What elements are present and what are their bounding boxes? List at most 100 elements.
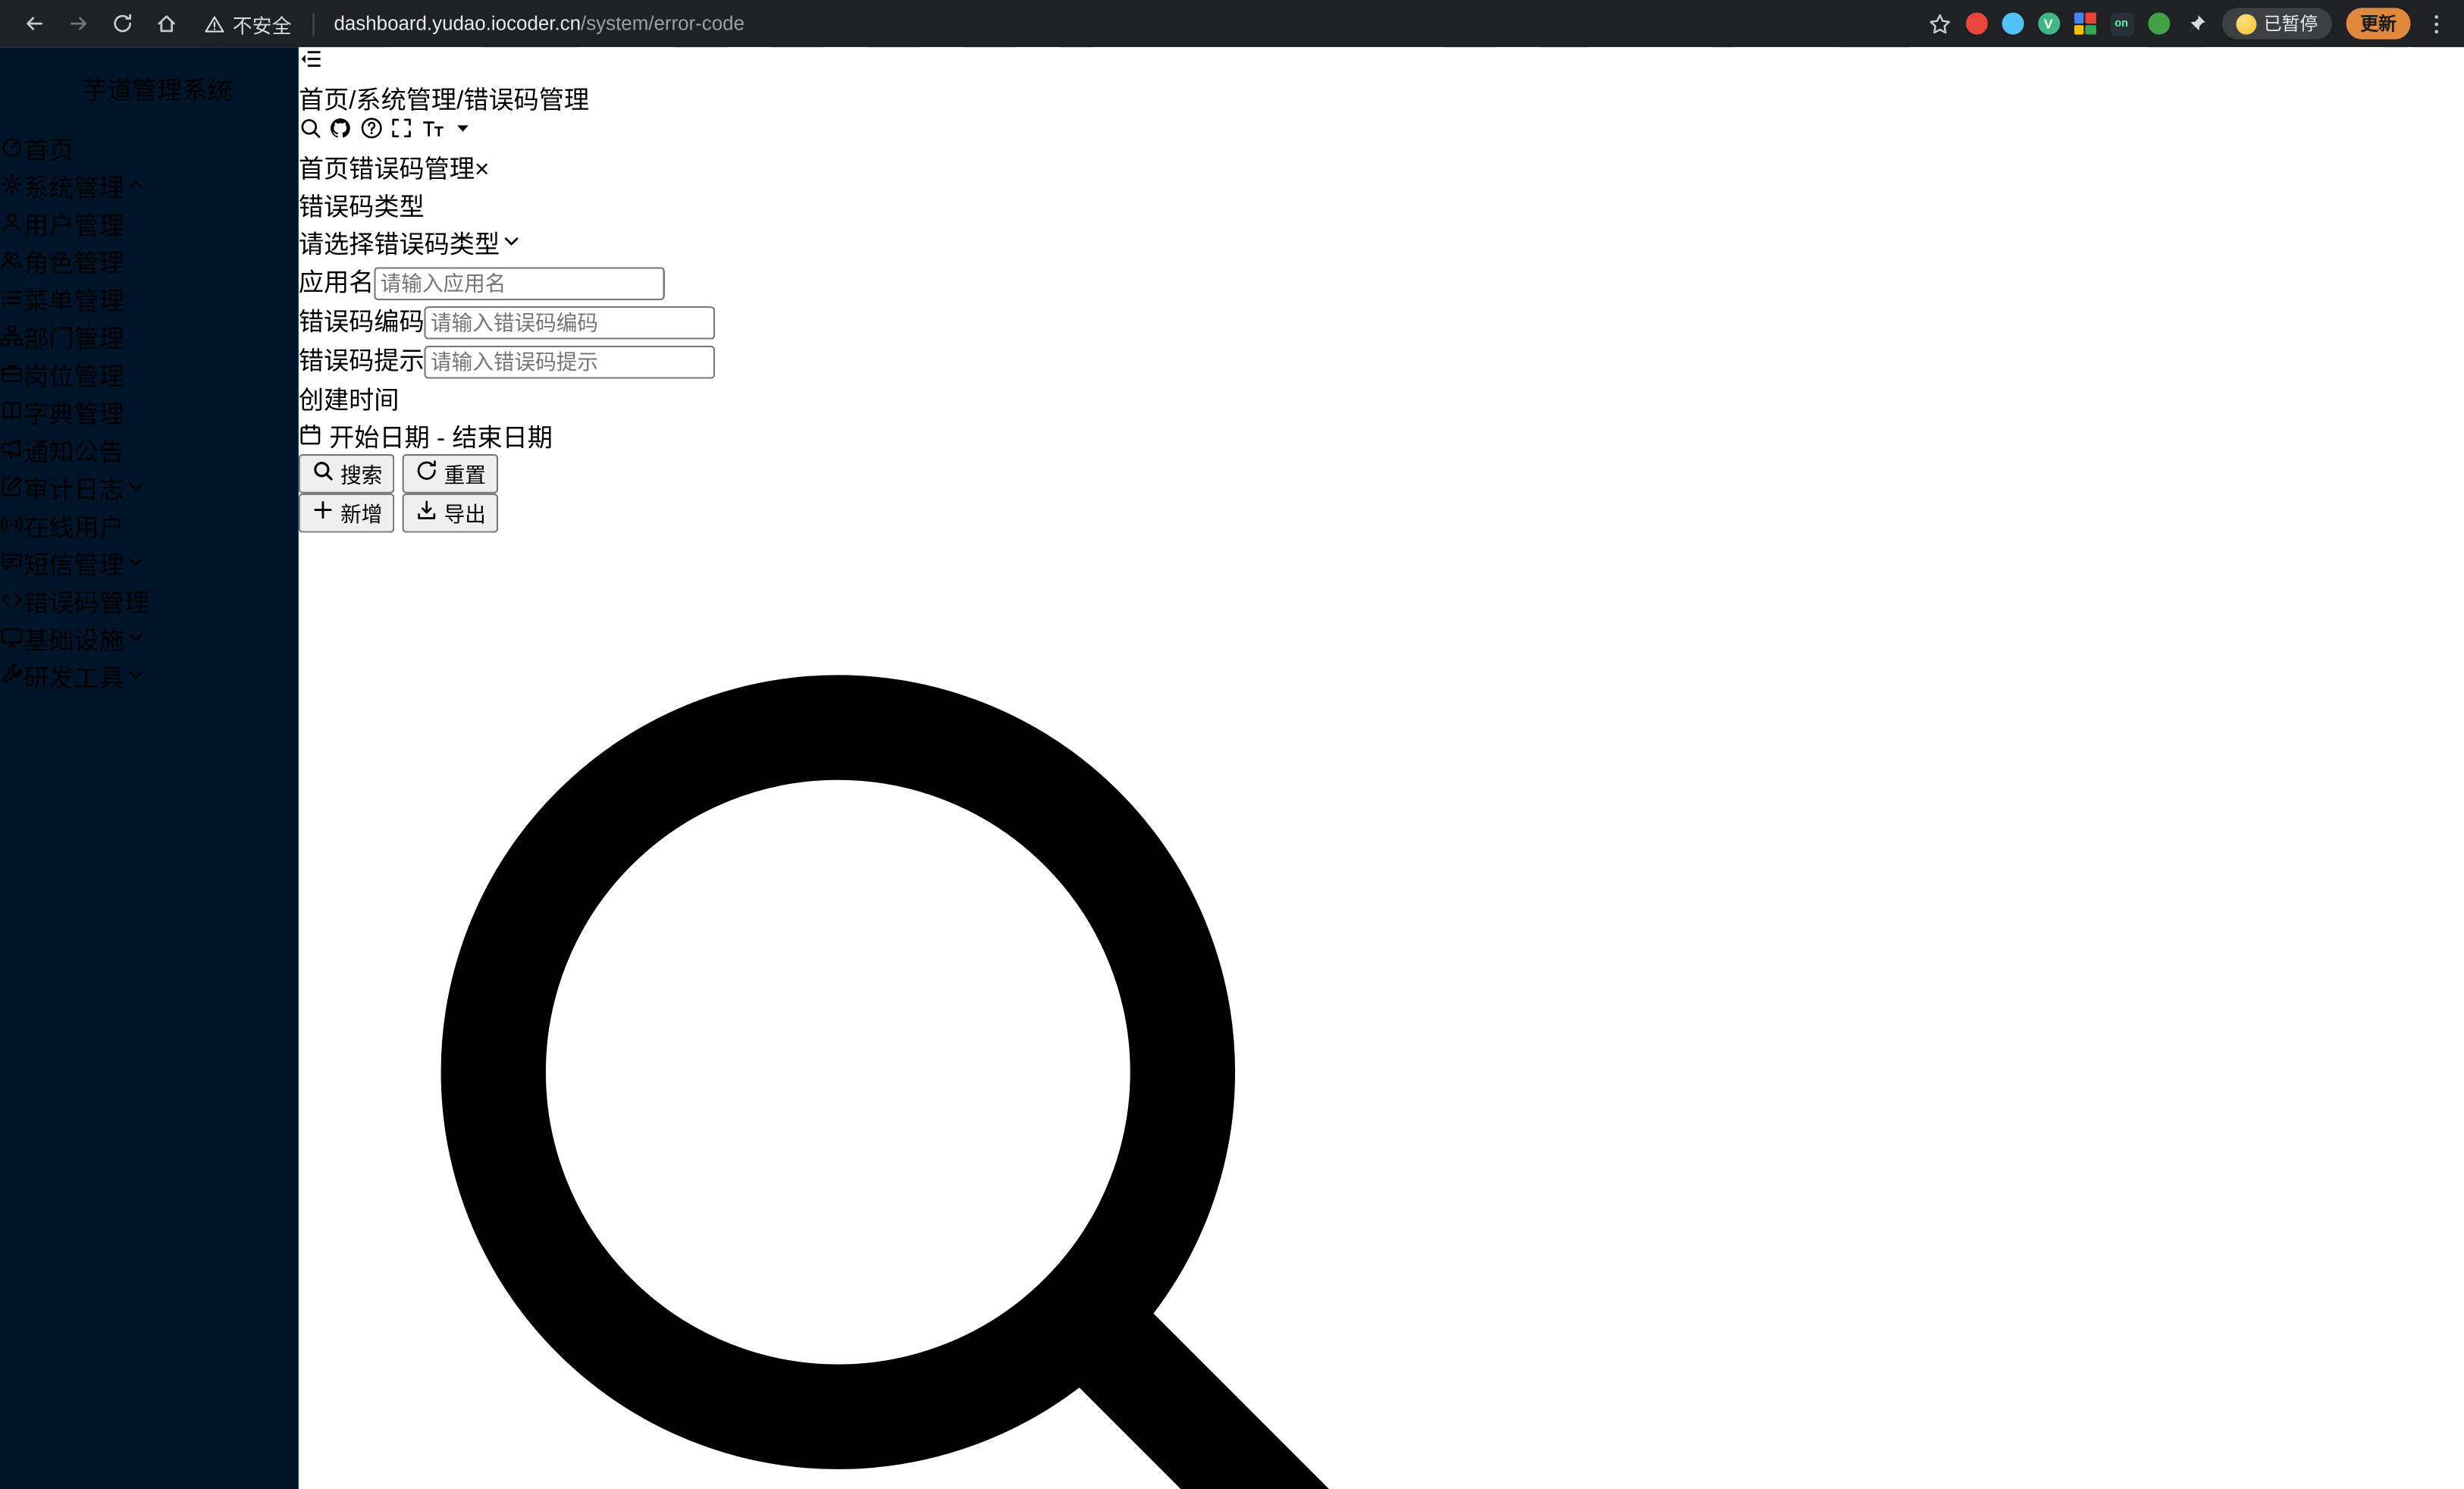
sidebar-item-label: 通知公告 (24, 440, 124, 466)
tab-home[interactable]: 首页 (299, 157, 349, 183)
browser-home-button[interactable] (148, 5, 186, 42)
pin-icon[interactable] (2183, 12, 2207, 36)
sidebar-item-home[interactable]: 首页 (0, 129, 299, 167)
sidebar-item-notice[interactable]: 通知公告 (0, 431, 299, 469)
audit-log-icon (0, 475, 24, 498)
user-icon (0, 211, 24, 234)
bookmark-star-icon[interactable] (1927, 12, 1951, 36)
sidebar-menu: 首页系统管理用户管理角色管理菜单管理部门管理岗位管理字典管理通知公告审计日志在线… (0, 129, 299, 694)
chevron-down-icon (124, 475, 148, 498)
security-label: 不安全 (233, 8, 292, 38)
sidebar-item-menu-management[interactable]: 菜单管理 (0, 280, 299, 318)
sidebar-item-online-users[interactable]: 在线用户 (0, 506, 299, 544)
tab-label: 首页 (299, 157, 349, 183)
browser-chrome: 不安全 dashboard.yudao.iocoder.cn/system/er… (0, 0, 2464, 47)
chrome-separator (312, 12, 313, 36)
extension-on-icon[interactable]: on (2110, 12, 2133, 36)
fullscreen-icon[interactable] (390, 116, 414, 139)
devtools-icon (0, 663, 24, 687)
tag-views-bar: 首页错误码管理× (299, 148, 1497, 186)
font-size-icon[interactable] (421, 116, 444, 139)
error-code-icon (0, 588, 24, 611)
filter-error-code-type-select[interactable]: 请选择错误码类型 (299, 223, 1497, 261)
date-range-picker[interactable]: 开始日期 - 结束日期 (299, 416, 1497, 454)
sidebar-item-dict-management[interactable]: 字典管理 (0, 393, 299, 431)
paused-label: 已暂停 (2264, 11, 2318, 36)
chevron-down-icon (124, 663, 148, 687)
search-button[interactable]: 搜索 (299, 454, 395, 494)
megaphone-icon (0, 437, 24, 460)
sidebar-item-label: 岗位管理 (24, 365, 124, 391)
filter-form: 错误码类型请选择错误码类型应用名错误码编码错误码提示 创建时间 开始日期 - 结… (299, 186, 1497, 494)
sidebar-item-label: 用户管理 (24, 214, 124, 240)
extension-grid-icon[interactable] (2074, 13, 2096, 35)
gear-icon (0, 173, 24, 196)
add-button[interactable]: 新增 (299, 494, 395, 533)
sidebar-item-sms-management[interactable]: 短信管理 (0, 544, 299, 581)
breadcrumb-error-code-management[interactable]: 错误码管理 (463, 88, 589, 114)
arrow-left-icon (24, 13, 45, 35)
filter-app-name-label: 应用名 (299, 271, 375, 297)
sidebar-item-dept-management[interactable]: 部门管理 (0, 318, 299, 356)
calendar-icon (299, 423, 322, 447)
filter-error-hint-input[interactable] (425, 346, 715, 379)
browser-menu-icon[interactable] (2425, 12, 2448, 36)
search-icon[interactable] (299, 116, 322, 139)
sidebar-item-role-management[interactable]: 角色管理 (0, 242, 299, 280)
profile-paused-badge[interactable]: 已暂停 (2221, 8, 2332, 39)
vue-devtools-icon[interactable]: V (2037, 13, 2059, 35)
sidebar-item-label: 基础设施 (24, 629, 124, 655)
filter-error-code-type: 错误码类型请选择错误码类型 (299, 186, 1497, 261)
extension-green-icon[interactable] (2147, 13, 2169, 35)
sidebar-item-label: 部门管理 (24, 327, 124, 353)
sidebar-item-dev-tools[interactable]: 研发工具 (0, 657, 299, 694)
github-icon[interactable] (329, 116, 353, 139)
update-label: 更新 (2360, 11, 2397, 36)
breadcrumb-separator: / (456, 88, 463, 114)
sidebar-item-error-code-management[interactable]: 错误码管理 (0, 581, 299, 619)
caret-down-icon[interactable] (451, 116, 475, 139)
create-time-label: 创建时间 (299, 388, 400, 415)
users-icon (0, 248, 24, 271)
browser-back-button[interactable] (16, 5, 54, 42)
sidebar-item-user-management[interactable]: 用户管理 (0, 204, 299, 242)
select-placeholder: 请选择错误码类型 (299, 233, 500, 259)
online-users-icon (0, 513, 24, 536)
chevron-down-icon (500, 230, 523, 253)
tab-error-code-management[interactable]: 错误码管理× (349, 157, 489, 183)
sidebar-item-label: 系统管理 (24, 176, 124, 202)
filter-error-code-label: 错误码编码 (299, 309, 425, 336)
breadcrumb-home[interactable]: 首页 (299, 88, 349, 114)
breadcrumb-system-management[interactable]: 系统管理 (356, 88, 456, 114)
sidebar-item-system-management[interactable]: 系统管理 (0, 167, 299, 205)
help-icon[interactable] (359, 116, 383, 139)
sidebar-item-label: 研发工具 (24, 666, 124, 693)
table-toolbar: 新增 导出 (299, 494, 1497, 1489)
app-title: 芋道管理系统 (82, 69, 233, 107)
sidebar-item-label: 字典管理 (24, 403, 124, 429)
export-button[interactable]: 导出 (402, 494, 498, 533)
address-bar[interactable]: dashboard.yudao.iocoder.cn/system/error-… (334, 13, 745, 35)
browser-reload-button[interactable] (104, 5, 142, 42)
filter-error-code-input[interactable] (425, 306, 715, 340)
extension-red-icon[interactable] (1965, 13, 1987, 35)
org-tree-icon (0, 324, 24, 347)
sidebar-item-infrastructure[interactable]: 基础设施 (0, 619, 299, 657)
site-security-chip[interactable]: 不安全 (204, 8, 291, 38)
reset-button[interactable]: 重置 (402, 454, 498, 494)
sidebar-item-post-management[interactable]: 岗位管理 (0, 355, 299, 393)
sidebar-item-audit-log[interactable]: 审计日志 (0, 469, 299, 506)
export-button-label: 导出 (444, 503, 486, 526)
browser-update-button[interactable]: 更新 (2346, 8, 2411, 39)
url-path: /system/error-code (581, 13, 745, 35)
close-tab-icon[interactable]: × (475, 157, 489, 183)
collapse-sidebar-button[interactable] (299, 47, 322, 71)
browser-forward-button[interactable] (60, 5, 98, 42)
refresh-icon (415, 459, 438, 482)
app-logo[interactable]: 芋道管理系统 (0, 47, 299, 129)
filter-app-name-input[interactable] (374, 267, 664, 300)
reload-icon (111, 13, 133, 35)
end-date-placeholder: 结束日期 (452, 426, 553, 453)
briefcase-icon (0, 362, 24, 385)
extension-teal-icon[interactable] (2002, 13, 2024, 35)
